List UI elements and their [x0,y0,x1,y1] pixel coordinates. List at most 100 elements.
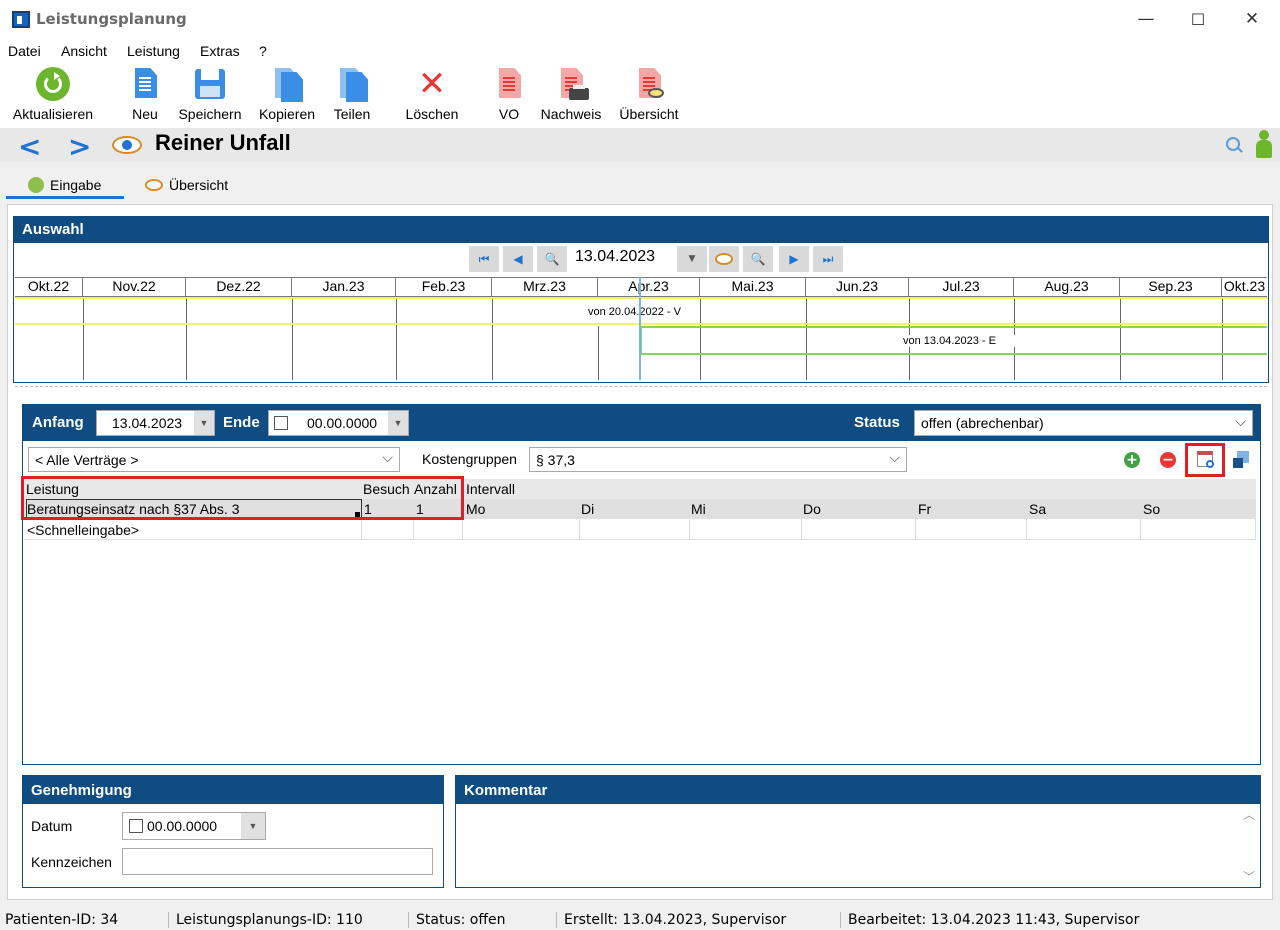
timeline-date: 13.04.2023 [575,248,656,265]
user-icon[interactable] [1256,130,1272,158]
genehmigung-date-picker[interactable]: 00.00.0000 ▼ [122,812,266,840]
export-icon[interactable] [1233,451,1249,469]
auswahl-header: Auswahl [14,216,1268,243]
zoom-icon[interactable]: 🔍 [743,246,773,272]
eye-icon[interactable] [709,246,739,272]
timeline-month: Aug.23 [1014,278,1120,296]
grid-divider [689,519,690,540]
day-do[interactable]: Do [803,501,821,517]
grid-divider [1255,519,1256,540]
day-sa[interactable]: Sa [1029,501,1046,517]
status-label: Status [854,414,900,431]
grid-divider [1140,519,1141,540]
day-di[interactable]: Di [581,501,594,517]
status-plan-id: Leistungsplanungs-ID: 110 [176,912,363,928]
tab-uebersicht-label: Übersicht [169,177,229,193]
eye-icon [145,179,163,191]
timeline-month: Okt.22 [15,278,83,296]
chevron-down-icon[interactable]: ⌵ [889,449,900,466]
status-separator [556,912,557,928]
grid-divider [915,519,916,540]
menu-extras[interactable]: Extras [200,43,240,59]
date-dropdown-icon[interactable]: ▼ [677,246,707,272]
highlight-box [21,476,464,520]
day-fr[interactable]: Fr [918,501,931,517]
share-button[interactable]: Teilen [328,66,376,126]
contracts-select[interactable]: < Alle Verträge > ⌵ [28,447,400,472]
copy-button[interactable]: Kopieren [255,66,319,126]
delete-button[interactable]: ✕ Löschen [402,66,462,126]
minimize-button[interactable]: — [1120,0,1172,38]
chevron-down-icon[interactable]: ⌵ [382,449,393,466]
next-icon[interactable]: ▶ [779,246,809,272]
datum-value: 00.00.0000 [147,818,218,834]
last-page-icon[interactable]: ⏭ [813,246,843,272]
overview-button[interactable]: Übersicht [614,66,684,126]
new-button[interactable]: Neu [126,66,164,126]
timeline-month: Mai.23 [700,278,806,296]
menu-bar [0,38,1280,64]
menu-leistung[interactable]: Leistung [127,43,180,59]
anfang-date-value: 13.04.2023 [112,415,183,431]
status-separator [168,912,169,928]
scroll-down-icon[interactable]: ﹀ [1243,868,1255,885]
ende-label: Ende [223,414,260,431]
kostengruppen-select[interactable]: § 37,3 ⌵ [529,447,907,472]
kommentar-header: Kommentar [456,776,1260,804]
chevron-down-icon[interactable]: ▼ [241,813,265,839]
day-so[interactable]: So [1143,501,1160,517]
quick-entry-row[interactable]: <Schnelleingabe> [27,522,139,538]
menu-help[interactable]: ? [259,43,267,59]
grid-divider [579,519,580,540]
save-button[interactable]: Speichern [174,66,246,126]
kennzeichen-input[interactable] [122,848,433,875]
table-row[interactable] [24,519,1256,540]
tab-eingabe-label: Eingabe [50,177,102,193]
chevron-down-icon[interactable]: ▼ [194,411,214,435]
chevron-down-icon[interactable]: ⌵ [1235,413,1246,430]
day-mi[interactable]: Mi [691,501,706,517]
calendar-search-button[interactable] [1185,443,1225,477]
timeline-gridline [598,326,599,380]
proof-button[interactable]: Nachweis [537,66,605,126]
timeline-month: Jan.23 [292,278,396,296]
refresh-button[interactable]: Aktualisieren [6,66,100,126]
chevron-left-icon[interactable]: < [18,130,41,163]
print-document-icon [553,66,589,104]
tab-active-indicator [6,196,124,199]
chevron-down-icon[interactable]: ▼ [388,411,408,435]
splitter[interactable] [15,386,1267,387]
first-page-icon[interactable]: ⏮ [469,246,499,272]
scroll-up-icon[interactable]: ︿ [1243,806,1255,823]
vo-button[interactable]: VO [490,66,528,126]
delete-x-icon: ✕ [417,64,447,104]
datum-checkbox[interactable] [129,819,143,833]
timeline-bar-contract-label: von 20.04.2022 - V [588,306,700,318]
timeline-month: Jun.23 [806,278,909,296]
previous-icon[interactable]: ◀ [503,246,533,272]
title-bar [0,0,1280,38]
zoom-icon[interactable]: 🔍 [537,246,567,272]
window-title: Leistungsplanung [36,10,187,28]
kommentar-textarea[interactable] [457,805,1257,887]
timeline-month: Okt.23 [1223,278,1266,294]
day-mo[interactable]: Mo [466,501,485,517]
col-intervall[interactable]: Intervall [466,481,515,497]
menu-ansicht[interactable]: Ansicht [61,43,107,59]
kostengruppen-value: § 37,3 [536,451,575,468]
maximize-button[interactable]: ☐ [1172,0,1224,38]
ende-date-picker[interactable]: 00.00.0000 ▼ [268,410,409,436]
status-created: Erstellt: 13.04.2023, Supervisor [564,912,787,928]
remove-icon[interactable]: − [1160,452,1176,468]
anfang-date-picker[interactable]: 13.04.2023 ▼ [96,410,215,436]
status-edited: Bearbeitet: 13.04.2023 11:43, Supervisor [848,912,1140,928]
chevron-right-icon[interactable]: > [68,130,91,163]
save-icon [192,66,228,104]
status-select[interactable]: offen (abrechenbar) ⌵ [914,410,1253,436]
tab-uebersicht[interactable]: Übersicht [145,170,228,200]
menu-datei[interactable]: Datei [8,43,41,59]
ende-checkbox[interactable] [274,416,288,430]
vo-document-icon [491,66,527,104]
close-button[interactable]: ✕ [1226,0,1278,38]
add-icon[interactable]: + [1124,452,1140,468]
